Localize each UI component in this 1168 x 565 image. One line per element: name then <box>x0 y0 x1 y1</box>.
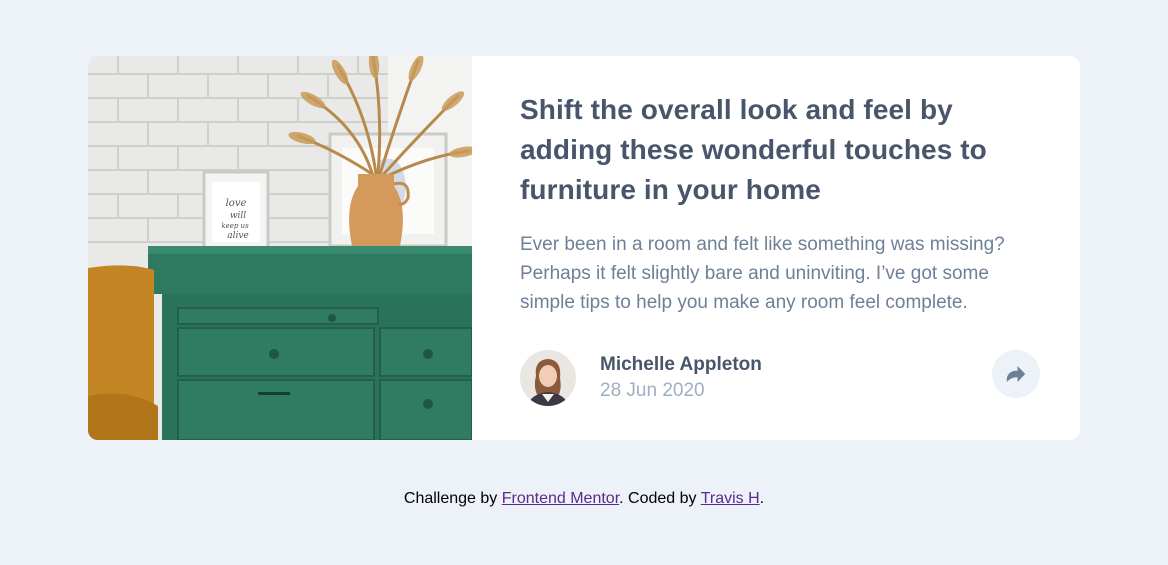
footer-prefix: Challenge by <box>403 490 502 507</box>
footer-suffix: . <box>759 490 765 507</box>
svg-text:alive: alive <box>227 231 249 241</box>
article-description: Ever been in a room and felt like someth… <box>520 234 1005 313</box>
author-info: Michelle Appleton 28 Jun 2020 <box>600 352 762 404</box>
article-preview-card: love will keep us alive Shift the overal… <box>88 56 1080 440</box>
footer-middle: . Coded by <box>619 490 701 507</box>
author-link[interactable]: Travis H <box>701 490 760 507</box>
author-name: Michelle Appleton <box>600 354 762 375</box>
card-body: Shift the overall look and feel by addin… <box>472 56 1080 440</box>
drawers-image: love will keep us alive <box>88 56 472 440</box>
article-title: Shift the overall look and feel by addin… <box>520 94 987 205</box>
svg-text:will: will <box>230 211 246 221</box>
frontend-mentor-link[interactable]: Frontend Mentor <box>502 490 619 507</box>
avatar <box>520 350 576 406</box>
svg-text:keep us: keep us <box>221 222 249 230</box>
share-button[interactable] <box>992 350 1040 398</box>
share-icon <box>1006 366 1026 382</box>
attribution-footer: Challenge by Frontend Mentor. Coded by T… <box>0 489 1168 509</box>
author-block: Michelle Appleton 28 Jun 2020 <box>520 350 762 406</box>
post-date: 28 Jun 2020 <box>600 380 705 401</box>
svg-text:love: love <box>226 198 247 209</box>
